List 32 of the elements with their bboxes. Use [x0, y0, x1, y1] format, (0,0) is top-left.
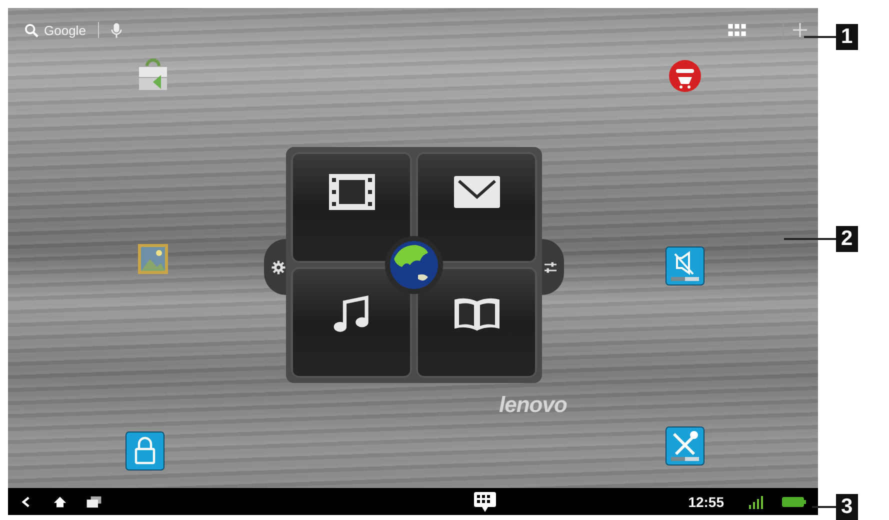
battery-icon [782, 496, 806, 508]
video-tile[interactable] [291, 152, 412, 263]
recent-apps-icon[interactable] [86, 494, 102, 508]
tools-toggle-icon[interactable] [665, 426, 705, 466]
mail-tile[interactable] [416, 152, 537, 263]
search-icon [24, 22, 39, 38]
apps-grid-icon[interactable] [728, 24, 747, 36]
microphone-icon[interactable] [110, 22, 122, 38]
sliders-icon [542, 260, 558, 274]
home-icon[interactable] [52, 494, 68, 508]
sliders-button[interactable] [542, 239, 564, 295]
lock-icon[interactable] [125, 431, 165, 471]
store-icon[interactable] [667, 58, 703, 94]
gallery-icon[interactable] [135, 241, 171, 277]
brand-logo: lenovo [499, 392, 567, 418]
music-tile[interactable] [291, 267, 412, 378]
search-button[interactable]: Google [24, 22, 86, 38]
clock-time: 12:55 [688, 494, 724, 510]
reader-tile[interactable] [416, 267, 537, 378]
keyboard-icon[interactable] [473, 490, 498, 512]
leader-line [812, 506, 836, 508]
signal-icon [748, 494, 764, 508]
add-icon[interactable] [792, 22, 808, 38]
callout-number: 2 [836, 226, 858, 252]
callout-number: 3 [836, 494, 858, 520]
callout-number: 1 [836, 24, 858, 50]
leader-line [804, 36, 836, 38]
settings-button[interactable] [264, 239, 286, 295]
film-icon [328, 172, 376, 212]
leader-line [784, 238, 836, 240]
globe-icon[interactable] [384, 235, 444, 295]
mute-toggle-icon[interactable] [665, 246, 705, 286]
